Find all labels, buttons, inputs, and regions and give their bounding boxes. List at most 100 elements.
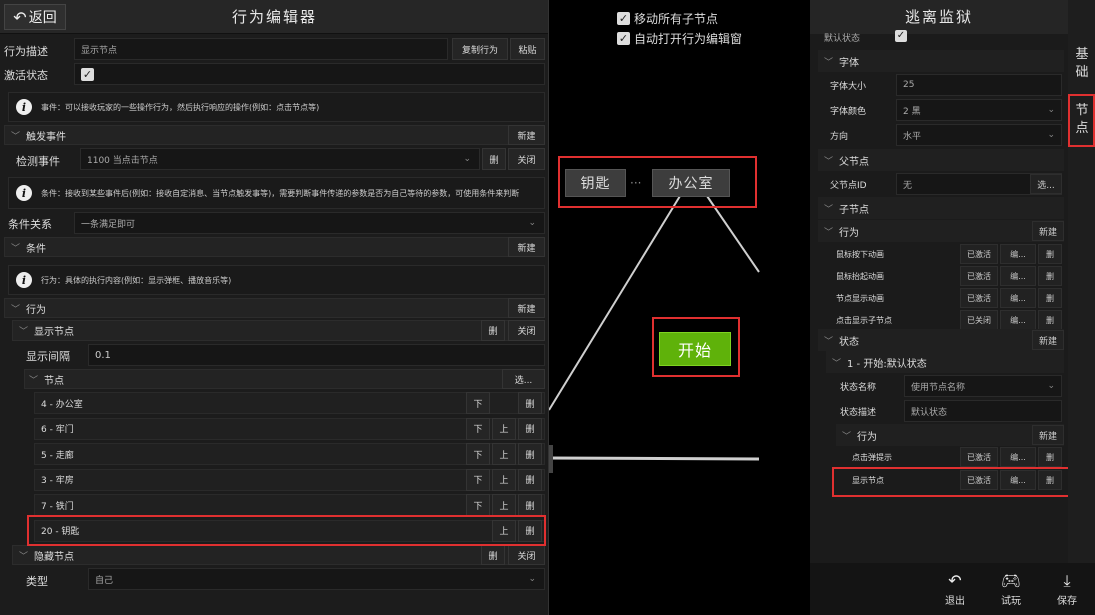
behavior-delete-button[interactable]: 删	[1038, 244, 1062, 264]
child-section-header[interactable]: ﹀ 子节点	[818, 197, 1064, 219]
close-trigger-button[interactable]: 关闭	[508, 148, 545, 170]
node-delete-button[interactable]: 删	[518, 392, 542, 414]
chevron-down-icon: ﹀	[19, 327, 29, 337]
app-root: 行为编辑器 ↶ 返回 行为描述 显示节点 复制行为 粘贴 激活状态 ✓ i 事件…	[0, 0, 1095, 615]
behavior-section-label: 行为	[839, 227, 860, 239]
delete-show-node-button[interactable]: 删	[481, 320, 505, 341]
tab-basic-label: 基础	[1075, 47, 1089, 80]
play-label: 试玩	[1001, 596, 1021, 607]
state-name-select[interactable]: 使用节点名称 ⌄	[904, 375, 1062, 397]
tab-basic[interactable]: 基础	[1070, 46, 1094, 82]
font-color-select[interactable]: 2 黑 ⌄	[896, 99, 1062, 121]
copy-behavior-button[interactable]: 复制行为	[452, 38, 508, 60]
new-state-button[interactable]: 新建	[1032, 330, 1064, 350]
save-button[interactable]: ⤓ 保存	[1047, 570, 1087, 607]
action-info-text: 行为：具体的执行内容(例如：显示弹框、播放音乐等)	[41, 275, 232, 285]
condition-info-box: i 条件：接收到某些事件后(例如：接收自定消息、当节点触发事等)，需要判断事件传…	[8, 177, 545, 209]
behavior-delete-button[interactable]: 删	[1038, 310, 1062, 330]
chevron-down-icon: ⌄	[528, 218, 536, 228]
node-move-up-button[interactable]: 上	[492, 468, 516, 491]
nodes-section-header[interactable]: ﹀ 节点	[24, 369, 545, 389]
behavior-state-toggle[interactable]: 已激活	[960, 288, 998, 308]
condition-info-text: 条件：接收到某些事件后(例如：接收自定消息、当节点触发事等)，需要判断事件传递的…	[41, 188, 520, 198]
state-desc-input[interactable]: 默认状态	[904, 400, 1062, 422]
interval-input[interactable]: 0.1	[88, 344, 545, 366]
condition-section-header[interactable]: ﹀ 条件	[4, 237, 545, 257]
paste-button[interactable]: 粘贴	[510, 38, 545, 60]
chevron-down-icon: ⌄	[528, 574, 536, 584]
behavior-state-toggle[interactable]: 已激活	[960, 244, 998, 264]
action-info-box: i 行为：具体的执行内容(例如：显示弹框、播放音乐等)	[8, 265, 545, 295]
panel-resize-handle[interactable]	[549, 445, 553, 473]
active-checkbox[interactable]: ✓	[81, 68, 94, 81]
state-item-header[interactable]: ﹀ 1 - 开始:默认状态	[826, 351, 1064, 373]
chevron-down-icon: ﹀	[19, 551, 29, 562]
node-move-down-button[interactable]: 下	[466, 443, 490, 465]
behavior-delete-button[interactable]: 删	[1038, 266, 1062, 286]
save-label: 保存	[1057, 596, 1077, 607]
cond-relation-select[interactable]: 一条满足即可 ⌄	[74, 212, 545, 234]
behavior-section-header[interactable]: ﹀ 行为	[818, 220, 1064, 242]
state-name-value: 使用节点名称	[911, 382, 966, 393]
detect-select-value: 1100 当点击节点	[87, 155, 158, 166]
state-section-header[interactable]: ﹀ 状态	[818, 329, 1064, 351]
font-size-input[interactable]: 25	[896, 74, 1062, 96]
auto-open-label: 自动打开行为编辑窗	[634, 32, 743, 46]
show-node-section-header[interactable]: ﹀ 显示节点	[12, 320, 545, 341]
behavior-edit-button[interactable]: 编...	[1000, 288, 1036, 308]
action-section-header[interactable]: ﹀ 行为	[4, 298, 545, 318]
new-state-behavior-button[interactable]: 新建	[1032, 425, 1064, 445]
new-condition-button[interactable]: 新建	[508, 237, 545, 257]
active-row: ✓	[74, 63, 545, 85]
parent-section-header[interactable]: ﹀ 父节点	[818, 149, 1064, 171]
behavior-state-toggle[interactable]: 已关闭	[960, 310, 998, 330]
state-behavior-toggle[interactable]: 已激活	[960, 447, 998, 467]
node-move-up-button[interactable]: 上	[492, 494, 516, 516]
chevron-down-icon: ﹀	[824, 227, 834, 238]
node-delete-button[interactable]: 删	[518, 494, 542, 516]
node-move-down-button[interactable]: 下	[466, 392, 490, 414]
download-icon: ⤓	[1063, 571, 1071, 590]
node-move-up-button[interactable]: 上	[492, 417, 516, 440]
node-move-down-button[interactable]: 下	[466, 417, 490, 440]
graph-canvas[interactable]	[549, 0, 810, 615]
behavior-edit-button[interactable]: 编...	[1000, 310, 1036, 330]
new-action-button[interactable]: 新建	[508, 298, 545, 318]
delete-trigger-button[interactable]: 删	[482, 148, 506, 170]
node-delete-button[interactable]: 删	[518, 417, 542, 440]
node-move-down-button[interactable]: 下	[466, 468, 490, 491]
node-delete-button[interactable]: 删	[518, 443, 542, 465]
delete-hide-node-button[interactable]: 删	[481, 545, 505, 565]
play-button[interactable]: 🎮︎ 试玩	[991, 570, 1031, 607]
desc-input[interactable]: 显示节点	[74, 38, 448, 60]
show-node-section-label: 显示节点	[34, 327, 75, 338]
state-behavior-section-header[interactable]: ﹀ 行为	[836, 424, 1064, 446]
state-behavior-delete-button[interactable]: 删	[1038, 447, 1062, 467]
node-move-up-button[interactable]: 上	[492, 443, 516, 465]
detect-select[interactable]: 1100 当点击节点 ⌄	[80, 148, 480, 170]
parent-select-button[interactable]: 选...	[1030, 174, 1062, 194]
close-show-node-button[interactable]: 关闭	[508, 320, 545, 341]
direction-select[interactable]: 水平 ⌄	[896, 124, 1062, 146]
highlight-box	[558, 156, 757, 208]
type-select[interactable]: 自己 ⌄	[88, 568, 545, 590]
hide-node-section-header[interactable]: ﹀ 隐藏节点	[12, 545, 545, 565]
trigger-section-header[interactable]: ﹀ 触发事件	[4, 125, 545, 145]
back-button[interactable]: ↶ 返回	[4, 4, 66, 30]
new-trigger-button[interactable]: 新建	[508, 125, 545, 145]
new-behavior-button[interactable]: 新建	[1032, 221, 1064, 241]
default-state-checkbox[interactable]: ✓	[895, 30, 907, 42]
behavior-edit-button[interactable]: 编...	[1000, 244, 1036, 264]
state-behavior-edit-button[interactable]: 编...	[1000, 447, 1036, 467]
move-children-checkbox[interactable]: ✓	[617, 12, 630, 25]
behavior-edit-button[interactable]: 编...	[1000, 266, 1036, 286]
font-section-header[interactable]: ﹀ 字体	[818, 50, 1064, 72]
behavior-delete-button[interactable]: 删	[1038, 288, 1062, 308]
node-delete-button[interactable]: 删	[518, 468, 542, 491]
exit-button[interactable]: ↶ 退出	[935, 570, 975, 607]
close-hide-node-button[interactable]: 关闭	[508, 545, 545, 565]
auto-open-checkbox[interactable]: ✓	[617, 32, 630, 45]
select-node-button[interactable]: 选...	[502, 369, 545, 389]
behavior-state-toggle[interactable]: 已激活	[960, 266, 998, 286]
node-move-down-button[interactable]: 下	[466, 494, 490, 516]
